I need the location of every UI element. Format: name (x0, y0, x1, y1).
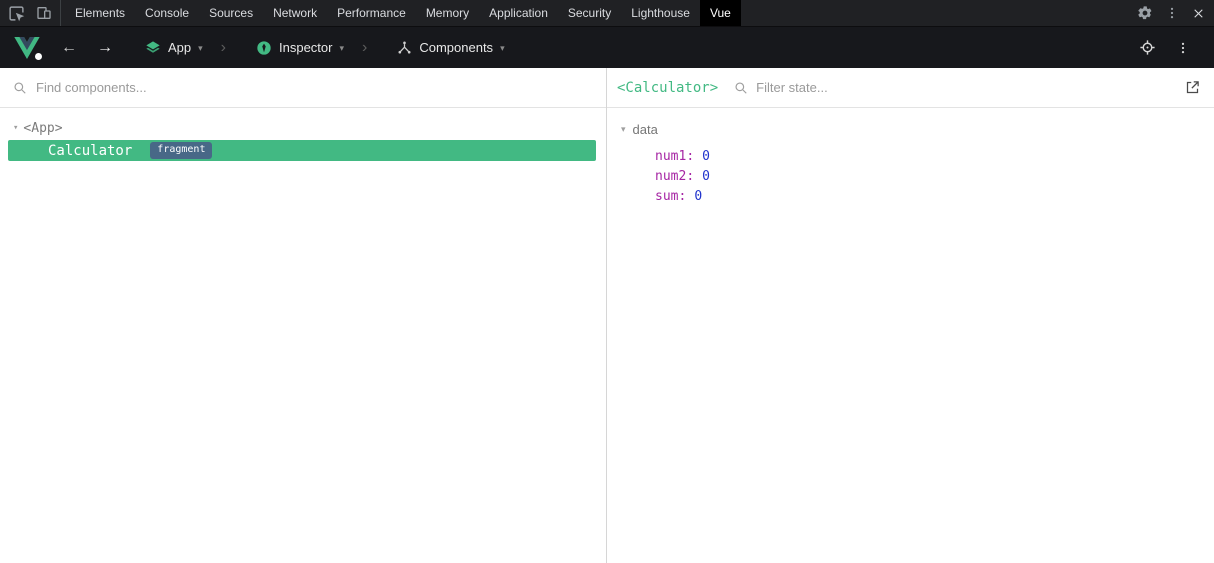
data-section-toggle[interactable]: ▾ data (621, 122, 1214, 137)
fragment-badge: fragment (150, 142, 213, 159)
device-toolbar-icon[interactable] (30, 0, 57, 26)
state-entry[interactable]: num1 0 (655, 146, 1214, 166)
state-entry[interactable]: num2 0 (655, 166, 1214, 186)
component-tree-icon (398, 41, 411, 54)
chevron-down-icon: ▾ (339, 42, 345, 53)
component-tree: ▾ <App> Calculator fragment (0, 108, 606, 161)
select-component-target-icon[interactable] (1129, 35, 1166, 60)
inspector-label: Inspector (279, 40, 333, 55)
app-selector-dropdown[interactable]: App ▾ (145, 40, 203, 56)
devtools-menu-dots-icon[interactable] (1158, 0, 1185, 26)
filter-state-input[interactable] (756, 80, 1181, 95)
state-entries: num1 0 num2 0 sum 0 (621, 137, 1214, 206)
components-dropdown[interactable]: Components ▾ (397, 40, 505, 55)
state-key: num1 (655, 149, 694, 164)
filter-state-bar (734, 80, 1181, 95)
state-value: 0 (702, 148, 710, 164)
devtools-tabs: Elements Console Sources Network Perform… (61, 0, 1131, 26)
tab-console[interactable]: Console (135, 0, 199, 26)
component-name: Calculator (48, 142, 133, 159)
inspect-element-icon[interactable] (3, 0, 30, 26)
tab-lighthouse[interactable]: Lighthouse (621, 0, 700, 26)
tab-memory[interactable]: Memory (416, 0, 479, 26)
main-content: ▾ <App> Calculator fragment <Calculator> (0, 68, 1214, 563)
tab-performance[interactable]: Performance (327, 0, 416, 26)
component-state-panel: <Calculator> ▾ data (607, 68, 1214, 563)
inspector-dropdown[interactable]: Inspector ▾ (256, 40, 344, 56)
state-key: sum (655, 189, 686, 204)
status-dot (35, 52, 42, 60)
find-components-bar (0, 68, 606, 108)
state-panel-header: <Calculator> (607, 68, 1214, 108)
data-section-label: data (632, 122, 658, 137)
tab-network[interactable]: Network (263, 0, 327, 26)
open-in-editor-icon[interactable] (1181, 76, 1204, 99)
search-icon (735, 81, 747, 94)
inspector-icon (257, 40, 271, 55)
selected-component-tag: <Calculator> (617, 79, 719, 96)
settings-gear-icon[interactable] (1131, 0, 1158, 26)
vue-logo-icon (14, 36, 42, 60)
state-entry[interactable]: sum 0 (655, 186, 1214, 206)
layers-icon (146, 40, 160, 53)
tree-item-app[interactable]: ▾ <App> (0, 118, 606, 138)
forward-arrow-icon[interactable]: → (91, 36, 119, 60)
state-value: 0 (694, 188, 703, 204)
search-icon (14, 81, 26, 94)
vue-menu-dots-icon[interactable] (1166, 37, 1200, 59)
state-body: ▾ data num1 0 num2 0 sum 0 (607, 108, 1214, 206)
breadcrumb-chevron-icon: › (220, 38, 226, 56)
vue-toolbar: ← → App ▾ › Inspector ▾ › Components ▾ (0, 27, 1214, 68)
component-tag-app: <App> (23, 120, 63, 136)
caret-down-icon[interactable]: ▾ (13, 123, 18, 133)
caret-down-icon[interactable]: ▾ (621, 124, 626, 135)
state-key: num2 (655, 169, 694, 184)
close-icon[interactable] (1185, 0, 1212, 26)
state-value: 0 (702, 168, 710, 184)
devtools-right-icons (1131, 0, 1214, 26)
devtools-tab-bar: Elements Console Sources Network Perform… (0, 0, 1214, 27)
components-label: Components (419, 40, 494, 55)
breadcrumb-chevron-icon: › (362, 38, 368, 56)
chevron-down-icon: ▾ (198, 42, 203, 53)
devtools-left-icons (0, 0, 61, 26)
tab-security[interactable]: Security (558, 0, 621, 26)
tab-sources[interactable]: Sources (199, 0, 263, 26)
back-arrow-icon[interactable]: ← (55, 36, 83, 60)
app-selector-label: App (168, 40, 192, 55)
tab-elements[interactable]: Elements (65, 0, 135, 26)
find-components-input[interactable] (36, 80, 593, 95)
chevron-down-icon: ▾ (500, 42, 505, 53)
tree-item-calculator-selected[interactable]: Calculator fragment (8, 140, 596, 161)
components-tree-panel: ▾ <App> Calculator fragment (0, 68, 607, 563)
tab-application[interactable]: Application (479, 0, 558, 26)
tab-vue[interactable]: Vue (699, 0, 741, 26)
